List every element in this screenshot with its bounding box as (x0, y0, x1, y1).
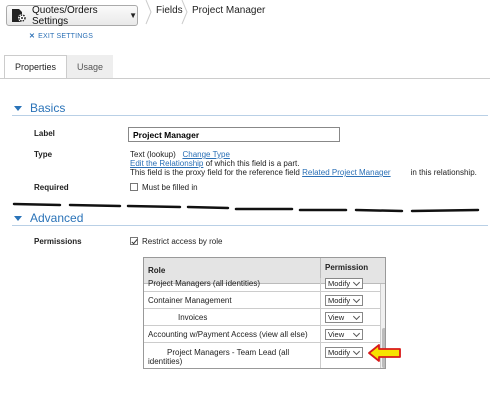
related-field-link[interactable]: Related Project Manager (302, 168, 391, 177)
permission-select[interactable]: Modify (325, 295, 363, 306)
basics-section-rule (12, 115, 488, 116)
permission-select[interactable]: View (325, 312, 363, 323)
breadcrumb-current: Project Manager (192, 5, 266, 16)
permissions-table: Role Permission Project Managers (all id… (143, 257, 386, 369)
breadcrumb-fields[interactable]: Fields (156, 5, 183, 16)
collapse-triangle-icon (14, 105, 22, 111)
advanced-section-title: Advanced (30, 211, 84, 225)
type-value: Text (lookup) (130, 150, 176, 159)
restrict-access-label: Restrict access by role (142, 237, 223, 246)
tab-properties[interactable]: Properties (4, 55, 68, 79)
permission-value: Modify (328, 296, 351, 305)
role-name: Accounting w/Payment Access (view all el… (148, 330, 308, 339)
settings-dropdown-button[interactable]: Quotes/Orders Settings ▼ (6, 4, 138, 27)
role-name: Container Management (148, 296, 232, 305)
basics-section-toggle[interactable]: Basics (14, 101, 65, 115)
column-divider (320, 309, 321, 326)
required-caption: Required (34, 183, 69, 192)
proxy-suffix: in this relationship. (410, 168, 477, 177)
tab-bar: Properties Usage (4, 55, 114, 79)
column-divider (320, 343, 321, 368)
role-name: Project Managers (all identities) (148, 279, 261, 288)
column-divider (320, 292, 321, 309)
label-input[interactable] (128, 127, 340, 142)
table-row: Project Managers - Team Lead (all identi… (144, 343, 380, 368)
role-name: Project Managers - Team Lead (all identi… (148, 348, 290, 366)
chevron-down-icon (352, 295, 361, 304)
tab-usage[interactable]: Usage (67, 55, 114, 79)
close-icon: ✕ (29, 33, 36, 40)
permissions-caption: Permissions (34, 237, 82, 246)
permission-select[interactable]: Modify (325, 347, 363, 358)
change-type-link[interactable]: Change Type (182, 150, 229, 159)
role-column-header: Role (148, 266, 166, 275)
column-divider (320, 278, 321, 292)
breadcrumb-separator-icon (145, 0, 152, 25)
required-checkbox-row[interactable]: Must be filled in (130, 183, 198, 192)
edit-relationship-link[interactable]: Edit the Relationship (130, 159, 203, 168)
permission-select[interactable]: Modify (325, 278, 363, 289)
basics-section-title: Basics (30, 101, 66, 115)
chevron-down-icon (352, 278, 361, 287)
role-name: Invoices (178, 313, 208, 322)
table-row: Container Management Modify (144, 292, 380, 309)
restrict-access-checkbox[interactable] (130, 237, 138, 245)
table-row: Invoices View (144, 309, 380, 326)
permission-select[interactable]: View (325, 329, 363, 340)
chevron-down-icon (352, 347, 361, 356)
chevron-down-icon: ▼ (129, 11, 137, 20)
advanced-section-rule (12, 225, 488, 226)
permission-value: View (328, 330, 345, 339)
label-caption: Label (34, 129, 55, 138)
exit-settings-label: EXIT SETTINGS (38, 33, 94, 40)
advanced-section-toggle[interactable]: Advanced (14, 211, 83, 225)
collapse-triangle-icon (14, 215, 22, 221)
column-divider (320, 326, 321, 343)
restrict-access-checkbox-row[interactable]: Restrict access by role (130, 237, 222, 246)
tab-divider (0, 78, 490, 79)
permission-value: Modify (328, 348, 351, 357)
required-checkbox[interactable] (130, 183, 138, 191)
type-caption: Type (34, 150, 53, 159)
required-checkbox-label: Must be filled in (142, 183, 198, 192)
chevron-down-icon (352, 312, 361, 321)
table-row: Project Managers (all identities) Modify (144, 278, 380, 292)
type-info: Text (lookup) Change Type Edit the Relat… (130, 150, 477, 177)
top-bar: Quotes/Orders Settings ▼ Fields Project … (0, 0, 490, 44)
proxy-text: This field is the proxy field for the re… (130, 168, 303, 177)
permission-value: Modify (328, 279, 351, 288)
settings-button-label: Quotes/Orders Settings (32, 4, 98, 27)
settings-document-icon (11, 8, 27, 23)
edit-relationship-suffix: of which this field is a part. (203, 159, 300, 168)
chevron-down-icon (352, 329, 361, 338)
exit-settings-link[interactable]: ✕ EXIT SETTINGS (29, 32, 93, 40)
breadcrumb-separator-icon (181, 0, 188, 25)
permission-value: View (328, 313, 345, 322)
table-row: Accounting w/Payment Access (view all el… (144, 326, 380, 343)
highlight-arrow-icon (368, 344, 401, 362)
permission-column-header: Permission (325, 263, 369, 272)
